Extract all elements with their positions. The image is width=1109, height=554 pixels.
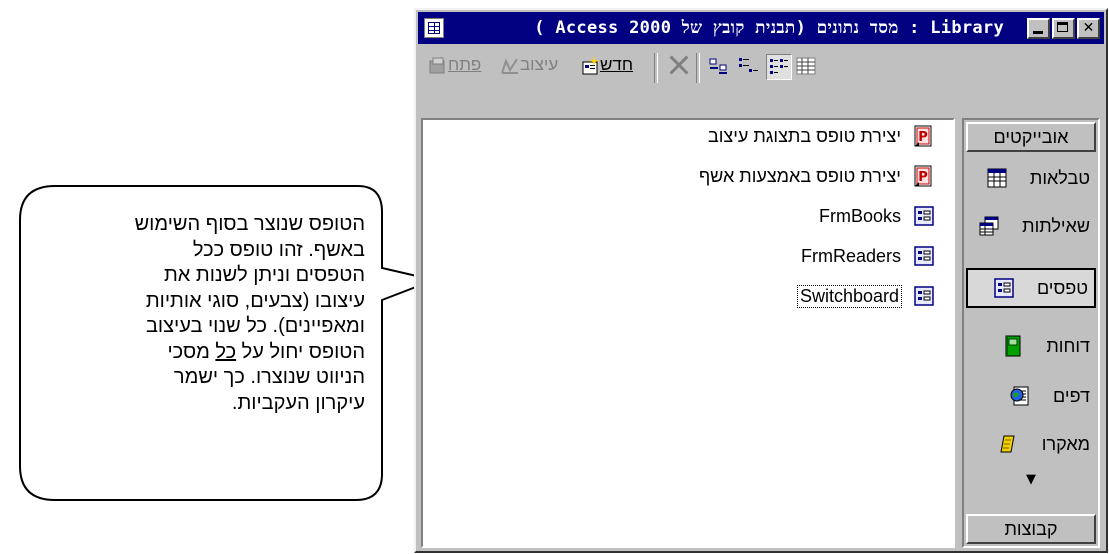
query-icon (979, 216, 999, 236)
list-item[interactable]: Switchboard (796, 282, 935, 310)
objects-item-label: דפים (1053, 385, 1090, 406)
list-item[interactable]: P יצירת טופס באמצעות אשף (699, 162, 935, 190)
forms-list[interactable]: P יצירת טופס בתצוגת עיצוב P יצירת טופס ב… (421, 118, 955, 548)
objects-item-label: מאקרו (1041, 433, 1090, 454)
callout-text: הטופס שנוצר בסוף השימוש באשף. זהו טופס כ… (35, 212, 365, 416)
form-icon (994, 278, 1014, 298)
database-window-icon[interactable] (424, 18, 444, 38)
close-button[interactable]: ✕ (1077, 18, 1100, 39)
details-view-icon (796, 57, 816, 75)
small-icons-view-button[interactable] (736, 54, 762, 80)
form-icon (914, 206, 934, 226)
list-view-button[interactable] (766, 54, 792, 80)
large-icons-icon (709, 58, 727, 74)
new-label: חדש (600, 55, 634, 74)
list-item-label: יצירת טופס באמצעות אשף (698, 165, 901, 186)
list-view-icon (770, 59, 788, 74)
large-icons-view-button[interactable] (706, 54, 732, 80)
design-button[interactable]: עיצוב (498, 55, 558, 81)
callout-line: ומאפיינים). כל שנוי בעיצוב (145, 315, 365, 337)
objects-item-label: טבלאות (1029, 167, 1090, 188)
minimize-button[interactable] (1027, 18, 1050, 39)
report-icon (1005, 335, 1021, 357)
table-icon (987, 168, 1007, 188)
callout-line: עיצובו (צבעים, סוגי אותיות (145, 289, 365, 312)
toolbar-separator (654, 53, 658, 83)
objects-header-button[interactable]: אובייקטים (966, 122, 1096, 152)
objects-item-macros[interactable]: מאקרו (966, 424, 1096, 464)
wizard-shortcut-icon: P (914, 165, 932, 187)
groups-header-button[interactable]: קבוצות (966, 514, 1096, 544)
objects-item-label: דוחות (1046, 335, 1090, 356)
callout-line: באשף. זהו טופס ככל (192, 238, 365, 261)
svg-text:P: P (918, 170, 928, 185)
objects-item-forms[interactable]: טפסים (966, 268, 1096, 308)
maximize-button[interactable] (1052, 18, 1075, 39)
window-title: ( Access 2000 מסד נתונים (תבנית קובץ של … (534, 18, 1004, 38)
objects-item-pages[interactable]: דפים (966, 376, 1096, 416)
open-label: פתח (448, 55, 482, 74)
form-icon (914, 246, 934, 266)
objects-item-tables[interactable]: טבלאות (966, 158, 1096, 198)
list-item[interactable]: FrmBooks (819, 202, 935, 230)
objects-bar: אובייקטים טבלאות שאילתות טפסים דוחות דפי… (962, 118, 1100, 548)
details-view-button[interactable] (794, 54, 820, 80)
design-label: עיצוב (520, 55, 559, 74)
list-item[interactable]: P יצירת טופס בתצוגת עיצוב (708, 122, 935, 150)
chevron-down-icon[interactable]: ▼ (964, 472, 1098, 487)
list-item[interactable]: FrmReaders (801, 242, 935, 270)
objects-item-label: שאילתות (1022, 215, 1090, 236)
form-icon (914, 286, 934, 306)
open-button[interactable]: פתח (426, 55, 481, 81)
new-button[interactable]: חדש (578, 55, 633, 81)
macro-icon (1000, 435, 1015, 453)
callout-line: הטפסים וניתן לשנות את (163, 264, 365, 286)
callout-line: הטופס יחול על כל מסכי (167, 340, 365, 363)
objects-item-queries[interactable]: שאילתות (966, 206, 1096, 246)
callout-line: עיקרון העקביות. (231, 391, 365, 414)
delete-icon (669, 55, 689, 75)
svg-text:P: P (918, 130, 928, 145)
wizard-shortcut-icon: P (914, 125, 932, 147)
database-window: ( Access 2000 מסד נתונים (תבנית קובץ של … (414, 8, 1108, 553)
toolbar: פתח עיצוב חדש (418, 47, 1104, 87)
objects-item-reports[interactable]: דוחות (966, 326, 1096, 366)
toolbar-separator (696, 53, 700, 83)
objects-item-label: טפסים (1036, 277, 1088, 298)
list-item-label: FrmReaders (800, 245, 901, 266)
new-icon (582, 55, 599, 75)
small-icons-icon (739, 58, 758, 72)
page-icon (1010, 386, 1029, 406)
list-item-label: FrmBooks (818, 205, 901, 226)
list-item-label: Switchboard (796, 284, 903, 308)
design-icon (501, 57, 518, 74)
title-bar[interactable]: ( Access 2000 מסד נתונים (תבנית קובץ של … (418, 12, 1104, 44)
open-icon (429, 57, 445, 74)
callout-line: הניווט שנוצרו. כך ישמר (173, 366, 365, 388)
delete-button[interactable] (665, 53, 691, 79)
list-item-label: יצירת טופס בתצוגת עיצוב (707, 125, 901, 146)
callout-line: הטופס שנוצר בסוף השימוש (134, 213, 365, 235)
